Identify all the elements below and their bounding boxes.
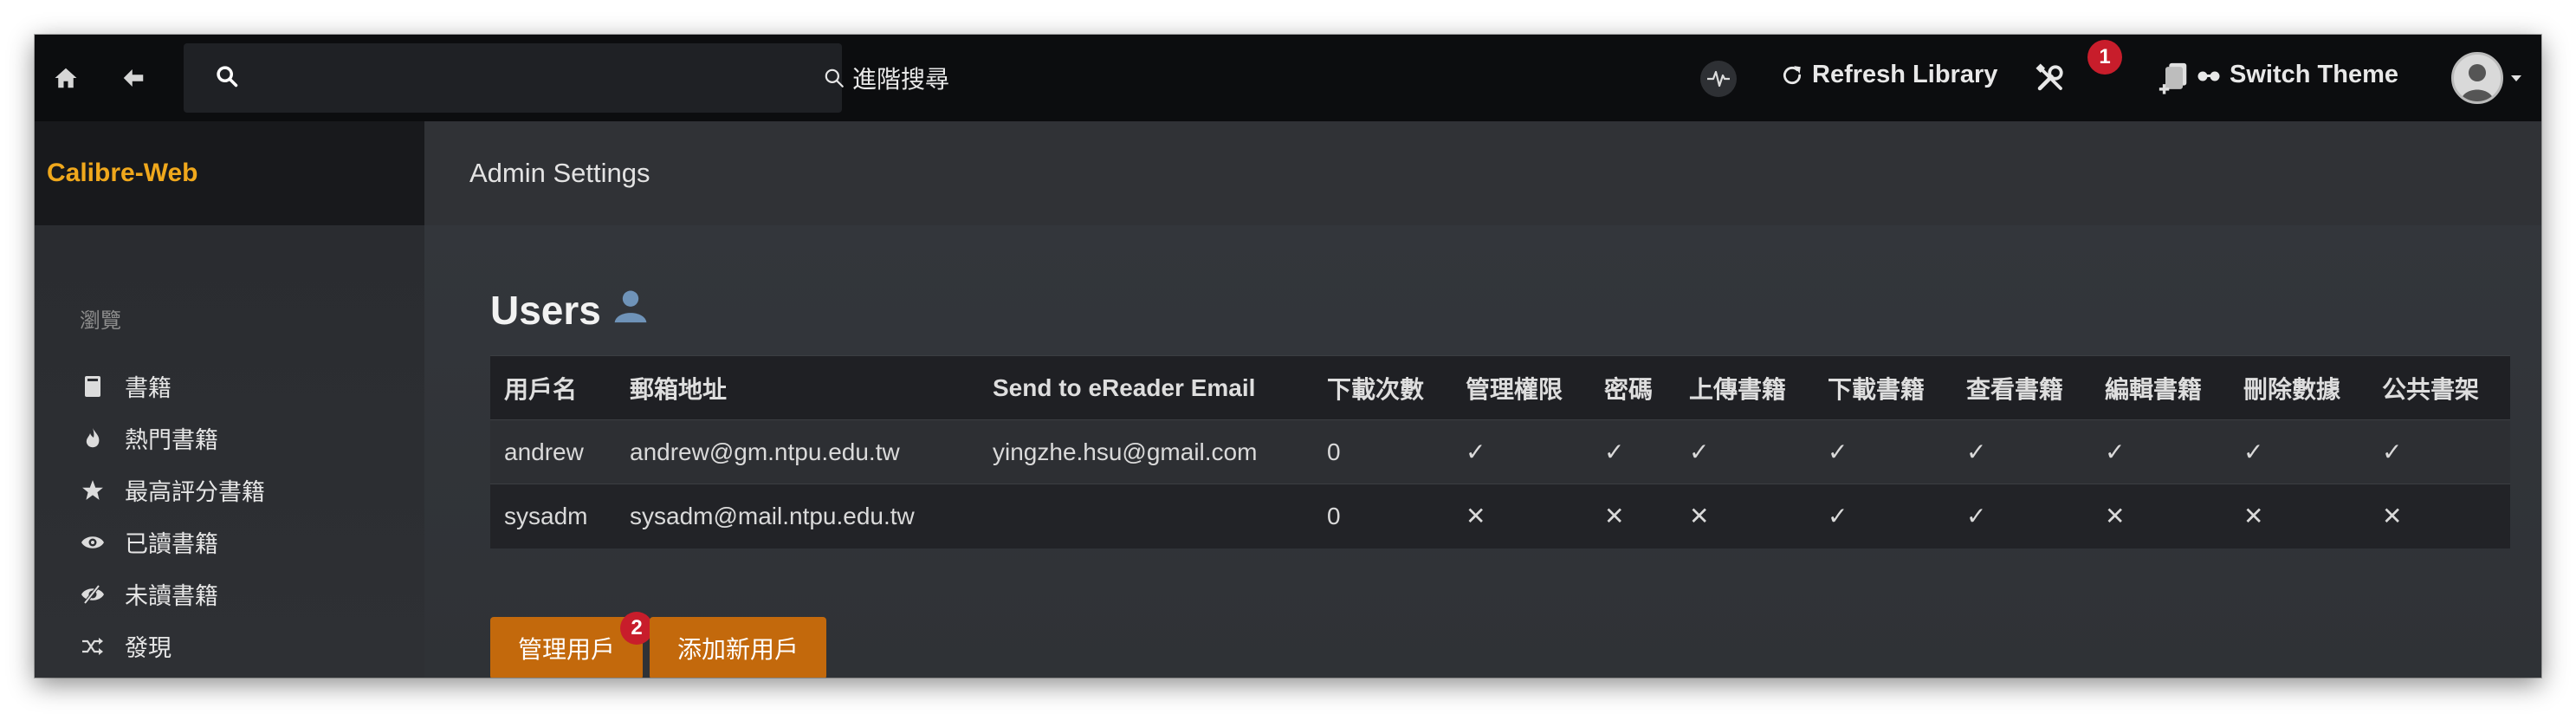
- sidebar-item-unread-books[interactable]: 未讀書籍: [80, 577, 218, 611]
- email-cell: sysadm@mail.ntpu.edu.tw: [630, 502, 915, 529]
- eye-icon: [80, 529, 106, 555]
- star-icon: [80, 477, 106, 503]
- admin-badge: 1: [2087, 40, 2122, 75]
- column-header[interactable]: 查看書籍: [1952, 356, 2091, 420]
- table-row[interactable]: sysadm sysadm@mail.ntpu.edu.tw 0 ✕ ✕ ✕ ✓…: [490, 484, 2510, 548]
- sidebar-item-top-rated[interactable]: 最高評分書籍: [80, 473, 265, 507]
- avatar: [2451, 52, 2503, 104]
- permission-cell: ✕: [1466, 503, 1486, 530]
- sidebar-heading: 瀏覽: [80, 309, 121, 333]
- sidebar-item-label: 最高評分書籍: [125, 479, 265, 505]
- add-user-button[interactable]: 添加新用戶: [650, 617, 826, 678]
- activity-icon[interactable]: [1700, 61, 1737, 97]
- downloads-cell: 0: [1327, 502, 1341, 529]
- advanced-search-link[interactable]: 進階搜尋: [823, 61, 949, 95]
- column-header[interactable]: 下載書籍: [1814, 356, 1952, 420]
- page-title: Admin Settings: [469, 158, 650, 188]
- user-menu[interactable]: [2451, 52, 2522, 104]
- user-icon: [612, 286, 650, 334]
- permission-cell: ✓: [1689, 438, 1710, 465]
- magnifier-icon: [823, 67, 845, 89]
- advanced-search-label: 進階搜尋: [852, 66, 950, 93]
- ereader-email-cell: yingzhe.hsu@gmail.com: [993, 438, 1258, 465]
- permission-cell: ✕: [1604, 503, 1625, 530]
- permission-cell: ✓: [2382, 438, 2403, 465]
- column-header[interactable]: 編輯書籍: [2091, 356, 2230, 420]
- users-table: 用戶名 郵箱地址 Send to eReader Email 下載次數 管理權限…: [490, 355, 2510, 548]
- sidebar-item-label: 已讀書籍: [125, 531, 218, 557]
- sidebar-item-discover[interactable]: 發現: [80, 629, 172, 663]
- search-icon: [215, 64, 239, 93]
- sidebar-item-label: 發現: [125, 635, 172, 661]
- permission-cell: ✓: [2243, 438, 2264, 465]
- admin-tools-icon[interactable]: [2031, 59, 2069, 97]
- switch-theme-link[interactable]: Switch Theme: [2197, 61, 2398, 89]
- sidebar-item-label: 未讀書籍: [125, 583, 218, 609]
- chevron-down-icon: [2510, 74, 2522, 82]
- sidebar-item-read-books[interactable]: 已讀書籍: [80, 525, 218, 559]
- column-header[interactable]: Send to eReader Email: [979, 356, 1313, 420]
- column-header[interactable]: 下載次數: [1313, 356, 1452, 420]
- switch-theme-label: Switch Theme: [2230, 61, 2398, 88]
- column-header[interactable]: 密碼: [1590, 356, 1675, 420]
- permission-cell: ✕: [1689, 503, 1710, 530]
- username-cell[interactable]: sysadm: [490, 484, 616, 548]
- upload-book-icon[interactable]: [2155, 59, 2193, 97]
- sidebar-item-label: 書籍: [125, 375, 172, 401]
- book-icon: [80, 373, 106, 399]
- refresh-library-label: Refresh Library: [1812, 61, 1998, 88]
- glasses-icon: [2197, 68, 2221, 83]
- permission-cell: ✓: [1466, 438, 1486, 465]
- home-icon[interactable]: [49, 61, 83, 95]
- downloads-cell: 0: [1327, 438, 1341, 465]
- search-input[interactable]: [255, 64, 809, 92]
- sidebar: 瀏覽 書籍 熱門書籍 最高評分書籍 已讀書籍 未讀書籍 發現 分類: [35, 225, 424, 678]
- refresh-library-link[interactable]: Refresh Library: [1781, 61, 1997, 89]
- column-header[interactable]: 郵箱地址: [616, 356, 979, 420]
- top-navbar: 進階搜尋 Refresh Library 1 Switch Theme: [35, 35, 2541, 121]
- page-header: Admin Settings: [424, 121, 2541, 225]
- users-heading-label: Users: [490, 287, 601, 333]
- refresh-icon: [1781, 64, 1803, 87]
- permission-cell: ✓: [1828, 438, 1848, 465]
- permission-cell: ✓: [2105, 438, 2126, 465]
- table-header-row: 用戶名 郵箱地址 Send to eReader Email 下載次數 管理權限…: [490, 355, 2510, 420]
- brand-bar: Calibre-Web: [35, 121, 424, 225]
- brand-logo[interactable]: Calibre-Web: [47, 159, 197, 188]
- random-icon: [80, 633, 106, 659]
- table-row[interactable]: andrew andrew@gm.ntpu.edu.tw yingzhe.hsu…: [490, 419, 2510, 484]
- search-box: [184, 43, 842, 113]
- email-cell: andrew@gm.ntpu.edu.tw: [630, 438, 900, 465]
- back-arrow-icon[interactable]: [114, 61, 152, 95]
- permission-cell: ✓: [1966, 503, 1987, 530]
- column-header[interactable]: 用戶名: [490, 356, 616, 420]
- permission-cell: ✓: [1828, 503, 1848, 530]
- users-heading: Users: [490, 286, 650, 334]
- eye-slash-icon: [80, 581, 106, 607]
- permission-cell: ✕: [2243, 503, 2264, 530]
- ereader-email-cell: [979, 484, 1313, 548]
- main-content: Users 用戶名 郵箱地址 Send to eReader Email 下載次…: [424, 225, 2541, 678]
- app-window: 進階搜尋 Refresh Library 1 Switch Theme Cali…: [35, 35, 2541, 678]
- sidebar-item-books[interactable]: 書籍: [80, 369, 172, 403]
- permission-cell: ✓: [1604, 438, 1625, 465]
- permission-cell: ✕: [2105, 503, 2126, 530]
- sidebar-item-label: 熱門書籍: [125, 427, 218, 453]
- column-header[interactable]: 刪除數據: [2230, 356, 2368, 420]
- column-header[interactable]: 上傳書籍: [1675, 356, 1814, 420]
- username-cell[interactable]: andrew: [490, 420, 616, 484]
- column-header[interactable]: 公共書架: [2368, 356, 2510, 420]
- column-header[interactable]: 管理權限: [1452, 356, 1590, 420]
- manage-users-badge: 2: [620, 612, 653, 645]
- fire-icon: [80, 425, 106, 451]
- sidebar-item-hot-books[interactable]: 熱門書籍: [80, 421, 218, 455]
- permission-cell: ✕: [2382, 503, 2403, 530]
- permission-cell: ✓: [1966, 438, 1987, 465]
